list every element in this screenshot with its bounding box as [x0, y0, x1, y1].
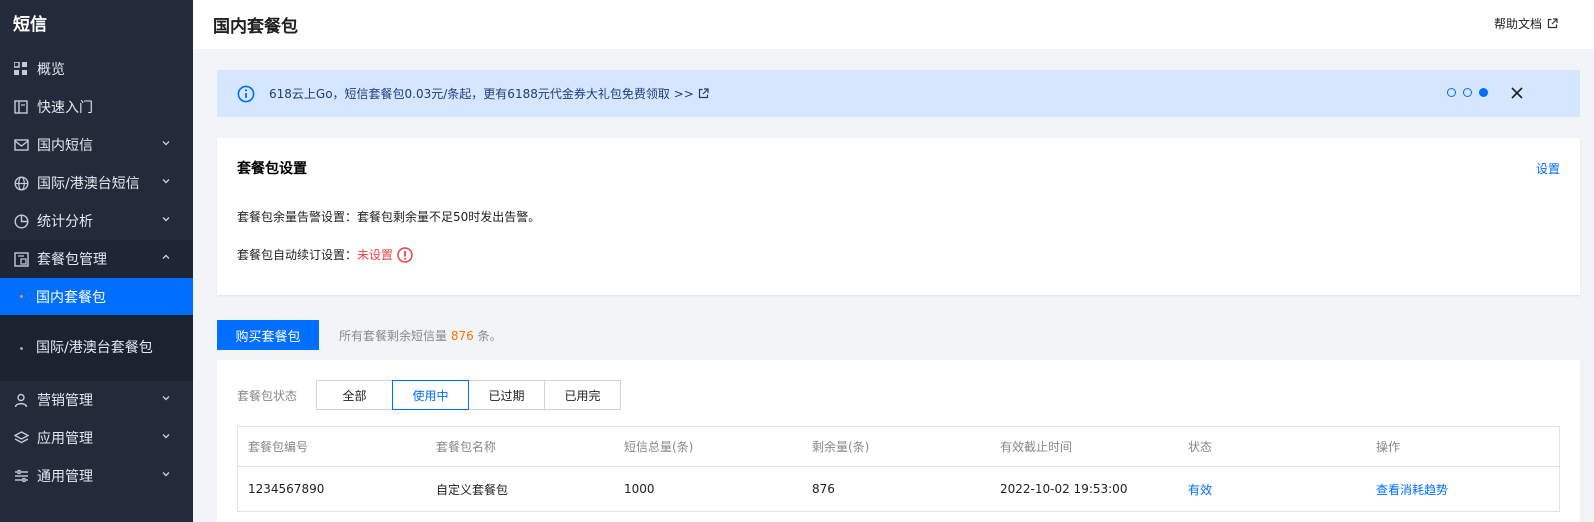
- external-link-icon: [1547, 18, 1558, 29]
- layers-icon: [13, 430, 29, 446]
- sidebar-item-label: 营销管理: [37, 393, 93, 409]
- pie-chart-icon: [13, 213, 29, 229]
- view-trend-link[interactable]: 查看消耗趋势: [1366, 481, 1561, 498]
- filter-in-use[interactable]: 使用中: [392, 380, 469, 410]
- sidebar-item-overview[interactable]: 概览: [0, 50, 193, 88]
- filter-all[interactable]: 全部: [316, 380, 393, 410]
- column-header: 剩余量(条): [812, 440, 870, 454]
- auto-renew-row: 套餐包自动续订设置： 未设置: [237, 246, 413, 263]
- mail-icon: [13, 137, 29, 153]
- sidebar-item-label: 套餐包管理: [37, 252, 107, 268]
- sidebar-item-label: 国际/港澳台短信: [37, 176, 140, 192]
- card-title: 套餐包设置: [237, 161, 307, 177]
- sidebar-subitem-intl-package[interactable]: 国际/港澳台套餐包: [0, 315, 193, 381]
- sidebar-subitem-domestic-package[interactable]: 国内套餐包: [0, 278, 193, 315]
- page-header: 国内套餐包 帮助文档: [193, 0, 1594, 49]
- sidebar-subitem-label: 国际/港澳台套餐包: [36, 340, 153, 356]
- table-row: 1234567890 自定义套餐包 1000 876 2022-10-02 19…: [238, 467, 1559, 511]
- remaining-summary: 所有套餐剩余短信量 876 条。: [339, 327, 502, 344]
- status-filter-group: 全部 使用中 已过期 已用完: [316, 380, 621, 410]
- sidebar-title: 短信: [13, 15, 47, 35]
- summary-count: 876: [450, 329, 474, 343]
- user-icon: [13, 392, 29, 408]
- sidebar-subitem-label: 国内套餐包: [36, 289, 106, 306]
- info-icon: [237, 85, 255, 102]
- alert-setting-label: 套餐包余量告警设置：: [237, 210, 358, 224]
- grid-icon: [13, 61, 29, 77]
- chevron-down-icon: [162, 141, 170, 146]
- sidebar-item-quickstart[interactable]: 快速入门: [0, 88, 193, 126]
- promo-notice-text: 618云上Go，短信套餐包0.03元/条起，更有6188元代金券大礼包免费领取 …: [269, 87, 694, 101]
- chevron-down-icon: [162, 396, 170, 401]
- sidebar-item-general-management[interactable]: 通用管理: [0, 457, 193, 495]
- cell-package-name: 自定义套餐包: [436, 482, 509, 497]
- filter-used-up[interactable]: 已用完: [544, 380, 621, 410]
- auto-renew-value: 未设置: [357, 248, 394, 262]
- cell-expires: 2022-10-02 19:53:00: [1000, 482, 1128, 496]
- page-title: 国内套餐包: [213, 17, 298, 37]
- sidebar-subnav: 国内套餐包 国际/港澳台套餐包: [0, 278, 193, 381]
- chevron-up-icon: [162, 254, 170, 259]
- column-header: 有效截止时间: [1000, 440, 1073, 454]
- sidebar: 短信 概览 快速入门 国内短信 国际/港澳台短信 统计分析 套餐包管理 国内套餐…: [0, 0, 193, 522]
- column-header: 套餐包编号: [248, 440, 309, 454]
- package-icon: [13, 251, 29, 267]
- globe-icon: [13, 175, 29, 191]
- column-header: 操作: [1376, 440, 1401, 454]
- sidebar-item-app-management[interactable]: 应用管理: [0, 419, 193, 457]
- cell-remaining: 876: [812, 482, 835, 496]
- chevron-down-icon: [162, 472, 170, 477]
- sidebar-item-label: 快速入门: [37, 100, 93, 116]
- notice-page-dot[interactable]: [1463, 88, 1472, 97]
- sidebar-item-label: 国内短信: [37, 138, 93, 154]
- notice-page-dot-active[interactable]: [1479, 88, 1488, 97]
- bullet-icon: [20, 346, 23, 350]
- promo-notice-link[interactable]: 618云上Go，短信套餐包0.03元/条起，更有6188元代金券大礼包免费领取 …: [269, 85, 709, 102]
- external-link-icon: [698, 88, 709, 99]
- notice-page-dot[interactable]: [1447, 88, 1456, 97]
- help-docs-label: 帮助文档: [1493, 17, 1542, 31]
- alert-setting-row: 套餐包余量告警设置： 套餐包剩余量不足50时发出告警。: [237, 208, 540, 225]
- chevron-down-icon: [162, 179, 170, 184]
- cell-package-id: 1234567890: [248, 482, 325, 496]
- bullet-icon: [20, 295, 23, 298]
- sidebar-item-label: 通用管理: [37, 469, 93, 485]
- package-settings-card: 套餐包设置 设置 套餐包余量告警设置： 套餐包剩余量不足50时发出告警。 套餐包…: [217, 138, 1580, 295]
- sidebar-item-statistics[interactable]: 统计分析: [0, 202, 193, 240]
- buy-package-button[interactable]: 购买套餐包: [217, 320, 319, 350]
- chevron-down-icon: [162, 217, 170, 222]
- promo-notice-banner: 618云上Go，短信套餐包0.03元/条起，更有6188元代金券大礼包免费领取 …: [217, 70, 1580, 117]
- table-header: 套餐包编号 套餐包名称 短信总量(条) 剩余量(条) 有效截止时间 状态 操作: [238, 427, 1559, 467]
- sidebar-item-domestic-sms[interactable]: 国内短信: [0, 126, 193, 164]
- column-header: 短信总量(条): [624, 440, 694, 454]
- filter-expired[interactable]: 已过期: [468, 380, 545, 410]
- summary-prefix: 所有套餐剩余短信量: [339, 329, 448, 343]
- sliders-icon: [13, 468, 29, 484]
- close-icon[interactable]: [1510, 86, 1524, 100]
- status-filter-label: 套餐包状态: [237, 389, 298, 403]
- notice-pagination: [1447, 88, 1488, 97]
- auto-renew-label: 套餐包自动续订设置：: [237, 248, 358, 262]
- sidebar-item-label: 应用管理: [37, 431, 93, 447]
- book-icon: [13, 99, 29, 115]
- warning-icon[interactable]: [397, 246, 413, 263]
- sidebar-item-label: 概览: [37, 62, 65, 78]
- sidebar-item-intl-sms[interactable]: 国际/港澳台短信: [0, 164, 193, 202]
- alert-setting-value: 套餐包剩余量不足50时发出告警。: [357, 210, 541, 224]
- column-header: 套餐包名称: [436, 440, 497, 454]
- chevron-down-icon: [162, 434, 170, 439]
- cell-status: 有效: [1188, 482, 1213, 497]
- sidebar-item-label: 统计分析: [37, 214, 93, 230]
- cell-total: 1000: [624, 482, 655, 496]
- package-table: 套餐包编号 套餐包名称 短信总量(条) 剩余量(条) 有效截止时间 状态 操作 …: [237, 426, 1560, 512]
- settings-link[interactable]: 设置: [1536, 160, 1560, 177]
- column-header: 状态: [1188, 440, 1213, 454]
- sidebar-item-marketing[interactable]: 营销管理: [0, 381, 193, 419]
- summary-suffix: 条。: [477, 329, 502, 343]
- sidebar-item-package-management[interactable]: 套餐包管理: [0, 240, 193, 278]
- help-docs-link[interactable]: 帮助文档: [1494, 15, 1558, 32]
- package-list-card: 套餐包状态 全部 使用中 已过期 已用完 套餐包编号 套餐包名称 短信总量(条)…: [217, 360, 1580, 522]
